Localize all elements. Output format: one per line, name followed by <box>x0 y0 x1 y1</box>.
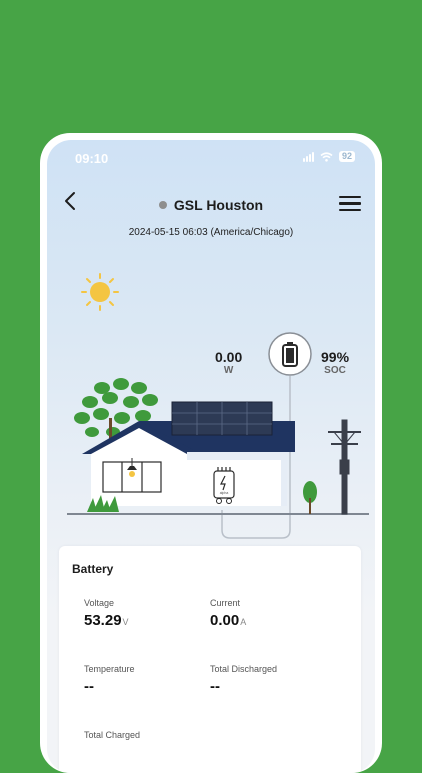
voltage-unit: V <box>122 617 129 627</box>
inverter-label: alpha <box>220 491 229 495</box>
total-charged-label: Total Charged <box>84 730 141 740</box>
power-unit: W <box>223 365 234 376</box>
solar-panel-icon <box>171 401 273 436</box>
temperature-metric: Temperature -- <box>84 664 135 695</box>
soc-readout: 99% SOC <box>321 349 349 376</box>
voltage-metric: Voltage 53.29V <box>84 598 129 629</box>
soc-label: SOC <box>324 365 346 376</box>
current-label: Current <box>210 598 241 608</box>
voltage-label: Voltage <box>84 598 115 608</box>
total-discharged-value: -- <box>210 678 220 695</box>
soc-value: 99% <box>321 349 350 365</box>
app-screen: 09:10 92 GSL Houston 2024-05-15 06:03 (A… <box>47 140 375 773</box>
temperature-label: Temperature <box>84 664 135 674</box>
utility-pole-icon <box>328 419 361 515</box>
power-readout: 0.00 W <box>215 349 242 376</box>
total-discharged-metric: Total Discharged -- <box>210 664 277 695</box>
voltage-value: 53.29 <box>84 612 122 629</box>
current-value: 0.00 <box>210 612 240 629</box>
battery-icon <box>268 332 312 376</box>
small-tree-illustration <box>303 481 317 514</box>
current-metric: Current 0.00A <box>210 598 246 629</box>
total-charged-metric: Total Charged <box>84 730 140 740</box>
sun-icon <box>81 273 119 311</box>
inverter-icon: alpha <box>213 467 235 504</box>
current-unit: A <box>240 617 247 627</box>
power-value: 0.00 <box>215 349 243 365</box>
battery-card-title: Battery <box>72 562 114 576</box>
total-discharged-label: Total Discharged <box>210 664 278 674</box>
temperature-value: -- <box>84 678 94 695</box>
phone-frame: 09:10 92 GSL Houston 2024-05-15 06:03 (A… <box>40 133 382 773</box>
energy-flow-scene: alpha <box>67 273 369 539</box>
battery-card: Battery Voltage 53.29V Current 0.00A Tem… <box>59 546 361 773</box>
